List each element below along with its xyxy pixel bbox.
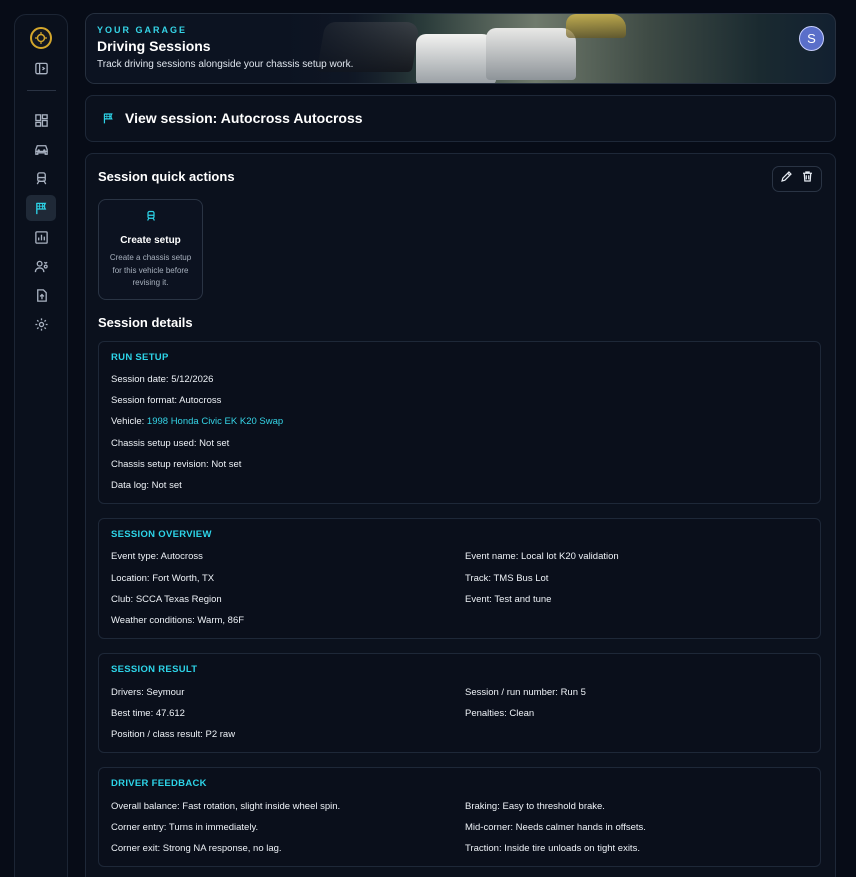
trash-icon	[802, 171, 812, 182]
vehicle-label: Vehicle:	[111, 416, 147, 427]
view-header: View session: Autocross Autocross	[85, 95, 836, 142]
session-result-panel: SESSION RESULT Drivers: Seymour Session …	[98, 653, 821, 753]
hero-eyebrow: YOUR GARAGE	[97, 25, 188, 35]
collapse-sidebar-icon[interactable]	[26, 55, 56, 81]
page-subtitle: Track driving sessions alongside your ch…	[97, 59, 354, 70]
drivers-icon	[34, 260, 48, 272]
chassis-setup-used: Chassis setup used: Not set	[111, 438, 230, 449]
analytics-icon	[34, 230, 48, 244]
session-format: Session format: Autocross	[111, 395, 222, 406]
flag-icon	[103, 113, 113, 124]
data-log: Data log: Not set	[111, 480, 182, 491]
chassis-icon	[36, 171, 46, 184]
event: Event: Test and tune	[465, 594, 552, 605]
traction: Traction: Inside tire unloads on tight e…	[465, 843, 640, 854]
gear-icon	[34, 317, 48, 331]
track: Track: TMS Bus Lot	[465, 573, 549, 584]
page-hero: YOUR GARAGE Driving Sessions Track drivi…	[85, 13, 836, 84]
run-number: Session / run number: Run 5	[465, 687, 586, 698]
sidebar-divider	[27, 90, 56, 91]
position-result: Position / class result: P2 raw	[111, 729, 236, 740]
page-title: Driving Sessions	[97, 38, 211, 54]
sidebar-item-analytics[interactable]	[26, 224, 56, 250]
location: Location: Fort Worth, TX	[111, 573, 215, 584]
session-actions	[772, 166, 822, 192]
club: Club: SCCA Texas Region	[111, 594, 222, 605]
event-type: Event type: Autocross	[111, 551, 203, 562]
vehicle-link[interactable]: 1998 Honda Civic EK K20 Swap	[147, 416, 283, 427]
edit-button[interactable]	[780, 170, 793, 188]
sidebar-item-upload[interactable]	[26, 282, 56, 308]
mid-corner: Mid-corner: Needs calmer hands in offset…	[465, 822, 646, 833]
vehicle-row: Vehicle: 1998 Honda Civic EK K20 Swap	[111, 416, 283, 427]
best-time: Best time: 47.612	[111, 708, 185, 719]
create-setup-description: Create a chassis setup for this vehicle …	[109, 253, 192, 287]
app-logo-icon[interactable]	[30, 27, 52, 49]
session-details-title: Session details	[98, 315, 193, 330]
event-name: Event name: Local lot K20 validation	[465, 551, 619, 562]
hero-image-car	[416, 34, 496, 83]
car-icon	[34, 144, 48, 155]
run-setup-panel: RUN SETUP Session date: 5/12/2026 Sessio…	[98, 341, 821, 504]
sidebar-item-settings[interactable]	[26, 311, 56, 337]
driver-feedback-panel: DRIVER FEEDBACK Overall balance: Fast ro…	[98, 767, 821, 867]
sidebar-item-dashboard[interactable]	[26, 107, 56, 133]
sidebar	[14, 14, 68, 877]
overall-balance: Overall balance: Fast rotation, slight i…	[111, 801, 341, 812]
sidebar-item-sessions[interactable]	[26, 195, 56, 221]
penalties: Penalties: Clean	[465, 708, 535, 719]
braking: Braking: Easy to threshold brake.	[465, 801, 605, 812]
create-setup-card[interactable]: Create setup Create a chassis setup for …	[98, 199, 203, 300]
run-setup-heading: RUN SETUP	[111, 352, 169, 363]
corner-entry: Corner entry: Turns in immediately.	[111, 822, 259, 833]
session-main-card: Session quick actions Create setup Creat…	[85, 153, 836, 877]
avatar[interactable]: S	[799, 26, 824, 51]
pencil-icon	[781, 171, 793, 182]
delete-button[interactable]	[801, 170, 814, 188]
sidebar-item-vehicles[interactable]	[26, 136, 56, 162]
sidebar-item-chassis[interactable]	[26, 165, 56, 191]
view-title: View session: Autocross Autocross	[125, 110, 363, 126]
hero-image-car	[566, 14, 626, 38]
result-heading: SESSION RESULT	[111, 664, 198, 675]
quick-actions-title: Session quick actions	[98, 169, 235, 184]
chassis-icon	[147, 210, 155, 221]
drivers: Drivers: Seymour	[111, 687, 185, 698]
create-setup-title: Create setup	[120, 235, 181, 246]
dashboard-icon	[34, 113, 48, 127]
feedback-heading: DRIVER FEEDBACK	[111, 778, 207, 789]
overview-heading: SESSION OVERVIEW	[111, 529, 212, 540]
weather-conditions: Weather conditions: Warm, 86F	[111, 615, 245, 626]
upload-icon	[36, 288, 47, 302]
flag-icon	[35, 202, 46, 214]
corner-exit: Corner exit: Strong NA response, no lag.	[111, 843, 282, 854]
sidebar-item-drivers[interactable]	[26, 253, 56, 279]
chassis-setup-revision: Chassis setup revision: Not set	[111, 459, 242, 470]
session-overview-panel: SESSION OVERVIEW Event type: Autocross E…	[98, 518, 821, 639]
session-date: Session date: 5/12/2026	[111, 374, 214, 385]
hero-image-car	[486, 28, 576, 80]
